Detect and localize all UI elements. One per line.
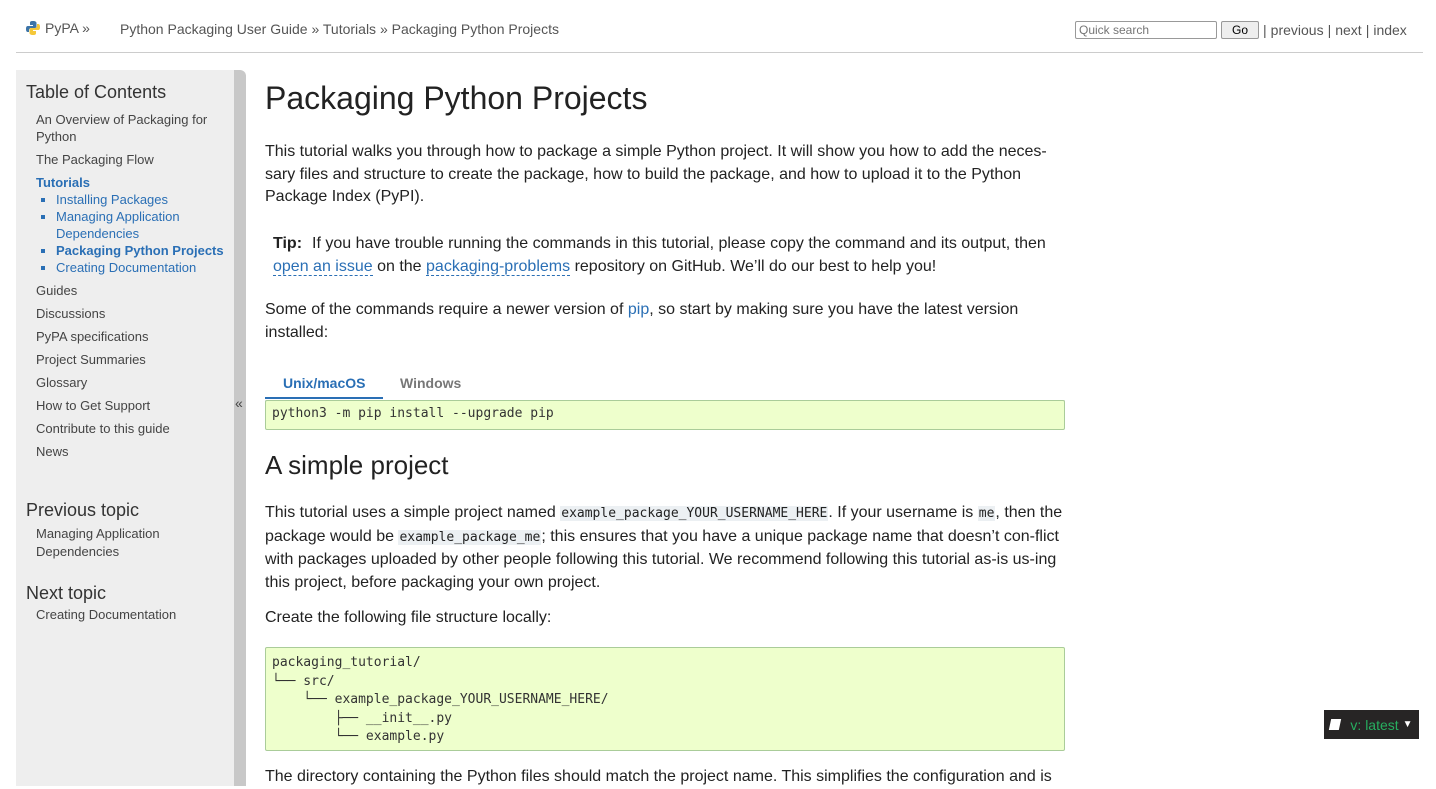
toc-sublist: Installing Packages Managing Application… (36, 191, 226, 276)
next-topic-link[interactable]: Creating Documentation (36, 607, 176, 622)
toc-item-project-summaries[interactable]: Project Summaries (36, 351, 226, 368)
collapse-icon: « (235, 395, 243, 411)
pip-paragraph: Some of the commands require a newer ver… (265, 299, 1065, 344)
go-button[interactable]: Go (1221, 21, 1260, 39)
toc-sub-link[interactable]: Managing Application Dependencies (56, 209, 180, 241)
toc-sub-managing-dependencies[interactable]: Managing Application Dependencies (56, 208, 226, 242)
inline-code: example_package_me (398, 529, 542, 545)
nav-separator: | (1365, 22, 1370, 38)
python-logo-icon (26, 21, 40, 35)
text: . If your username is (828, 504, 974, 521)
inline-code: example_package_YOUR_USERNAME_HERE (560, 506, 829, 521)
index-link[interactable]: index (1373, 22, 1406, 38)
toc-item-packaging-flow[interactable]: The Packaging Flow (36, 151, 226, 168)
sidebar-collapse-button[interactable]: « (234, 70, 246, 786)
tab-unix-macos[interactable]: Unix/macOS (265, 375, 384, 399)
brand-label: PyPA » (45, 20, 90, 36)
toc-item-tutorials[interactable]: Tutorials Installing Packages Managing A… (36, 174, 226, 276)
brand[interactable]: PyPA » (25, 20, 90, 36)
top-navbar: PyPA » Python Packaging User Guide » Tut… (16, 0, 1423, 53)
nav-separator: | (1263, 22, 1267, 38)
tip-text: If you have trouble running the commands… (312, 235, 1046, 252)
next-link[interactable]: next (1335, 22, 1361, 38)
toc-sub-creating-docs[interactable]: Creating Documentation (56, 259, 226, 276)
search-bar: Go | previous | next | index (1075, 21, 1407, 39)
pip-command-block: python3 -m pip install --upgrade pip (265, 400, 1065, 430)
packaging-problems-link[interactable]: packaging-problems (426, 258, 571, 276)
toc-item-news[interactable]: News (36, 443, 226, 460)
bottom-paragraph: The directory containing the Python file… (265, 768, 1052, 785)
breadcrumb-guide[interactable]: Python Packaging User Guide (120, 21, 308, 37)
book-icon (1329, 719, 1342, 730)
os-tabs: Unix/macOS Windows (265, 370, 1065, 402)
breadcrumb-sep: » (379, 21, 388, 37)
toc-item-tutorials-label: Tutorials (36, 175, 90, 190)
toc-item-support[interactable]: How to Get Support (36, 397, 226, 414)
toc-item-discussions[interactable]: Discussions (36, 305, 226, 322)
simple-project-paragraph: This tutorial uses a simple project name… (265, 502, 1065, 594)
tip-text: on the (377, 258, 422, 275)
main-content: Packaging Python Projects This tutorial … (265, 70, 1065, 785)
inline-code: me (977, 506, 996, 521)
toc-item-contribute[interactable]: Contribute to this guide (36, 420, 226, 437)
sidebar: Table of Contents An Overview of Packagi… (16, 70, 234, 786)
previous-topic-title: Previous topic (26, 500, 140, 520)
previous-topic-link[interactable]: Managing Application Dependencies (36, 525, 226, 561)
toc-item-overview[interactable]: An Overview of Packaging for Python (36, 111, 226, 145)
open-issue-link[interactable]: open an issue (273, 258, 373, 276)
breadcrumb: Python Packaging User Guide » Tutorials … (120, 21, 559, 37)
toc-title: Table of Contents (26, 82, 167, 102)
intro-paragraph: This tutorial walks you through how to p… (265, 143, 1047, 205)
caret-down-icon: ▼ (1402, 719, 1413, 730)
nav-separator: | (1327, 22, 1332, 38)
toc-item-glossary[interactable]: Glossary (36, 374, 226, 391)
text: This tutorial uses a simple project name… (265, 504, 556, 521)
toc-sub-link-current[interactable]: Packaging Python Projects (56, 243, 224, 258)
toc-item-specifications[interactable]: PyPA specifications (36, 328, 226, 345)
breadcrumb-sep: » (311, 21, 320, 37)
toc-list: An Overview of Packaging for Python The … (36, 111, 226, 466)
toc-sub-installing-packages[interactable]: Installing Packages (56, 191, 226, 208)
previous-link[interactable]: previous (1271, 22, 1324, 38)
search-input[interactable] (1075, 21, 1217, 39)
tab-windows[interactable]: Windows (400, 375, 461, 397)
toc-sub-packaging-projects[interactable]: Packaging Python Projects (56, 242, 226, 259)
create-paragraph: Create the following file structure loca… (265, 609, 552, 626)
pip-text: Some of the commands require a newer ver… (265, 301, 624, 318)
version-label: v: latest (1350, 716, 1399, 733)
next-topic-title: Next topic (26, 583, 107, 603)
breadcrumb-tutorials[interactable]: Tutorials (323, 21, 376, 37)
tip-box: Tip: If you have trouble running the comm… (265, 232, 1065, 278)
tip-text: repository on GitHub. We’ll do our best … (574, 258, 937, 275)
file-tree-block: packaging_tutorial/ └── src/ └── example… (265, 647, 1065, 751)
toc-sub-link[interactable]: Creating Documentation (56, 260, 196, 275)
page-title: Packaging Python Projects (265, 80, 648, 116)
tip-label: Tip: (273, 235, 303, 252)
breadcrumb-current: Packaging Python Projects (391, 21, 559, 37)
toc-sub-link[interactable]: Installing Packages (56, 192, 168, 207)
pip-link[interactable]: pip (628, 301, 649, 318)
version-badge[interactable]: v: latest ▼ (1324, 710, 1419, 739)
section-title: A simple project (265, 450, 449, 480)
toc-item-guides[interactable]: Guides (36, 282, 226, 299)
